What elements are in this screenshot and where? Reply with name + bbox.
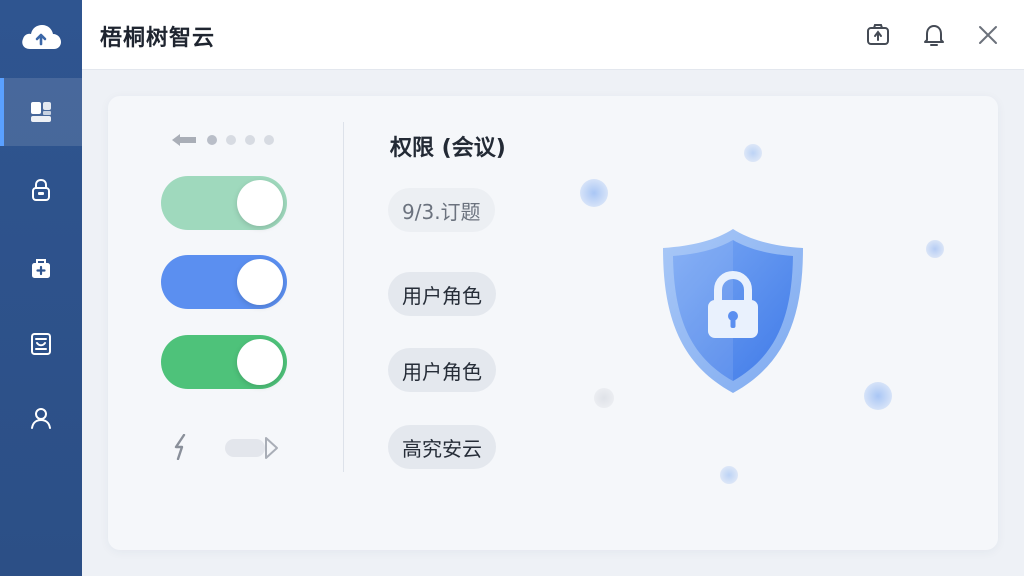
page-dot[interactable] <box>207 135 217 145</box>
dashboard-icon <box>31 102 51 122</box>
divider <box>343 122 344 472</box>
app-logo[interactable] <box>0 0 82 74</box>
decorative-dot <box>926 240 944 258</box>
play-icon[interactable] <box>263 436 279 460</box>
permission-chip[interactable]: 用户角色 <box>388 348 496 392</box>
arrow-left-icon[interactable] <box>170 133 198 147</box>
toggle-switch-green-light[interactable] <box>161 176 287 230</box>
camera-button[interactable] <box>864 21 892 49</box>
decorative-dot <box>720 466 738 484</box>
sidebar-item-toolbox[interactable] <box>0 234 82 302</box>
permission-chip[interactable]: 高究安云 <box>388 425 496 469</box>
cloud-icon <box>22 25 61 49</box>
decorative-dot <box>580 179 608 207</box>
user-icon <box>31 408 51 429</box>
toolbox-icon <box>32 259 50 278</box>
decorative-dot <box>864 382 892 410</box>
notification-button[interactable] <box>920 21 948 49</box>
toggle-knob <box>237 259 283 305</box>
page-indicator[interactable] <box>170 132 274 148</box>
camera-icon <box>867 24 889 45</box>
permission-chip[interactable]: 用户角色 <box>388 272 496 316</box>
toggle-switch-blue[interactable] <box>161 255 287 309</box>
page-dot[interactable] <box>245 135 255 145</box>
toggle-knob <box>237 339 283 385</box>
bell-icon <box>924 25 944 46</box>
close-button[interactable] <box>974 21 1002 49</box>
sidebar-item-user[interactable] <box>0 384 82 452</box>
page-dot[interactable] <box>226 135 236 145</box>
decorative-dot <box>594 388 614 408</box>
sidebar <box>0 0 82 576</box>
decorative-dot <box>744 144 762 162</box>
permission-chip[interactable]: 9/3.订题 <box>388 188 495 232</box>
section-title: 权限 (会议) <box>390 136 506 161</box>
close-icon <box>979 26 997 44</box>
report-icon <box>31 333 51 355</box>
lock-icon <box>32 178 50 201</box>
flash-icon[interactable] <box>172 434 190 460</box>
shield-lock-icon <box>663 229 803 393</box>
toggle-knob <box>237 180 283 226</box>
sidebar-item-lock[interactable] <box>0 156 82 224</box>
sidebar-item-reports[interactable] <box>0 310 82 378</box>
app-title: 梧桐树智云 <box>100 26 216 51</box>
main-panel: 权限 (会议) 9/3.订题 用户角色 用户角色 高究安云 <box>108 96 998 550</box>
toggle-switch-green[interactable] <box>161 335 287 389</box>
page-dot[interactable] <box>264 135 274 145</box>
mini-slider[interactable] <box>225 439 265 457</box>
title-bar: 梧桐树智云 <box>82 0 1024 70</box>
sidebar-item-dashboard[interactable] <box>0 78 82 146</box>
